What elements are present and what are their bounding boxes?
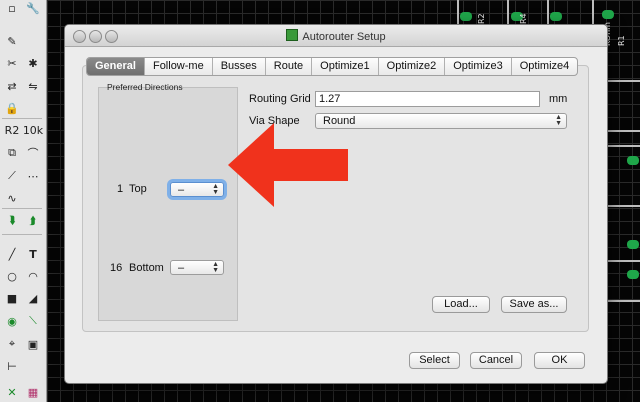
via-shape-select[interactable]: Round ▲ ▼ [315, 113, 567, 129]
trace [607, 260, 640, 262]
component-label: R2 [477, 13, 486, 24]
routing-grid-unit: mm [549, 93, 568, 105]
pad-icon[interactable]: ⟍ [24, 313, 42, 329]
wire-icon[interactable]: ╱ [3, 246, 21, 262]
name-icon[interactable]: R2 [3, 122, 21, 138]
move-icon[interactable]: ⇄ [3, 78, 21, 94]
layer-bottom-number: 16 [110, 262, 123, 274]
layer-top-direction-select[interactable]: – ▲ ▼ [170, 182, 224, 197]
ripup-icon[interactable]: ⋯ [24, 168, 42, 184]
preferred-directions-title: Preferred Directions [107, 82, 183, 92]
pencil-icon[interactable]: ✎ [3, 33, 21, 49]
divider [2, 208, 42, 209]
layer-top-name: Top [129, 183, 147, 195]
trace [607, 205, 640, 207]
pad [627, 270, 639, 279]
tab-busses[interactable]: Busses [213, 58, 266, 75]
select-button[interactable]: Select [409, 352, 460, 369]
cancel-button[interactable]: Cancel [470, 352, 522, 369]
miter-icon[interactable]: ⌒ [24, 145, 42, 161]
pad [602, 10, 614, 19]
layer-bottom-direction-select[interactable]: – ▲ ▼ [170, 260, 224, 275]
trace [607, 300, 640, 302]
mark-icon[interactable]: ✱ [24, 55, 42, 71]
eagle-app-icon [286, 29, 299, 41]
save-as-button[interactable]: Save as... [501, 296, 567, 313]
dialog-title: Autorouter Setup [65, 29, 607, 43]
dialog-title-text: Autorouter Setup [302, 31, 386, 43]
routing-grid-label: Routing Grid [249, 93, 311, 105]
rectangle-icon[interactable]: ■ [3, 290, 21, 306]
tab-route[interactable]: Route [266, 58, 313, 75]
routing-grid-input[interactable]: 1.27 [315, 91, 540, 107]
pad [550, 12, 562, 21]
follow-me-icon[interactable]: ⮭ [24, 213, 42, 229]
tab-optimize2[interactable]: Optimize2 [379, 58, 446, 75]
pad [627, 240, 639, 249]
cut-icon[interactable]: ✂ [3, 55, 21, 71]
arrow-shape [228, 123, 348, 207]
errors-icon[interactable]: ▦ [24, 384, 42, 400]
updown-arrows-icon: ▲ ▼ [212, 183, 219, 196]
hole-icon[interactable]: ⌖ [3, 336, 21, 352]
divider [2, 234, 42, 235]
pad [460, 12, 472, 21]
preferred-directions-group [98, 87, 238, 321]
attribute-icon[interactable]: ▣ [24, 336, 42, 352]
arc-icon[interactable]: ◠ [24, 268, 42, 284]
trace [607, 145, 640, 147]
layer-bottom-name: Bottom [129, 262, 164, 274]
value-icon[interactable]: 10k [23, 122, 43, 138]
tab-optimize1[interactable]: Optimize1 [312, 58, 379, 75]
circle-icon[interactable]: ○ [3, 268, 21, 284]
drc-icon[interactable]: ✕ [3, 384, 21, 400]
tab-optimize4[interactable]: Optimize4 [512, 58, 578, 75]
signal-icon[interactable]: ∿ [3, 190, 21, 206]
lock-icon[interactable]: 🔒 [3, 100, 21, 116]
text-icon[interactable]: T [24, 246, 42, 262]
trace [607, 130, 640, 132]
component-label: R1 [617, 35, 626, 46]
route-icon[interactable]: ⟋ [3, 168, 21, 184]
layer-top-number: 1 [117, 183, 124, 195]
divider [2, 118, 42, 119]
ok-button[interactable]: OK [534, 352, 585, 369]
tab-general[interactable]: General [87, 58, 145, 75]
updown-arrows-icon: ▲ ▼ [555, 114, 562, 127]
autorouter-icon[interactable]: ⮯ [3, 213, 21, 229]
polygon-icon[interactable]: ◢ [24, 290, 42, 306]
layer-top-direction-value: – [178, 184, 185, 196]
wrench-icon[interactable]: 🔧 [24, 0, 42, 16]
annotation-arrow-icon [228, 123, 348, 207]
title-bar: Autorouter Setup [65, 25, 607, 47]
mirror-icon[interactable]: ⇋ [24, 78, 42, 94]
tool-palette: ▫ 🔧 ✎ ✂ ✱ ⇄ ⇋ 🔒 R2 10k ⧉ ⌒ ⟋ ⋯ ∿ ⮯ ⮭ ╱ T… [0, 0, 47, 402]
via-icon[interactable]: ◉ [3, 313, 21, 329]
tab-optimize3[interactable]: Optimize3 [445, 58, 512, 75]
tab-bar: General Follow-me Busses Route Optimize1… [86, 57, 579, 76]
updown-arrows-icon: ▲ ▼ [212, 261, 219, 274]
component-label: R4 [519, 13, 528, 24]
select-tool-icon[interactable]: ▫ [3, 0, 21, 16]
dimension-icon[interactable]: ⊢ [3, 358, 21, 374]
trace [607, 80, 640, 82]
split-icon[interactable]: ⧉ [3, 145, 21, 161]
layer-bottom-direction-value: – [178, 262, 185, 274]
pad [627, 156, 639, 165]
tab-follow-me[interactable]: Follow-me [145, 58, 213, 75]
load-button[interactable]: Load... [432, 296, 490, 313]
